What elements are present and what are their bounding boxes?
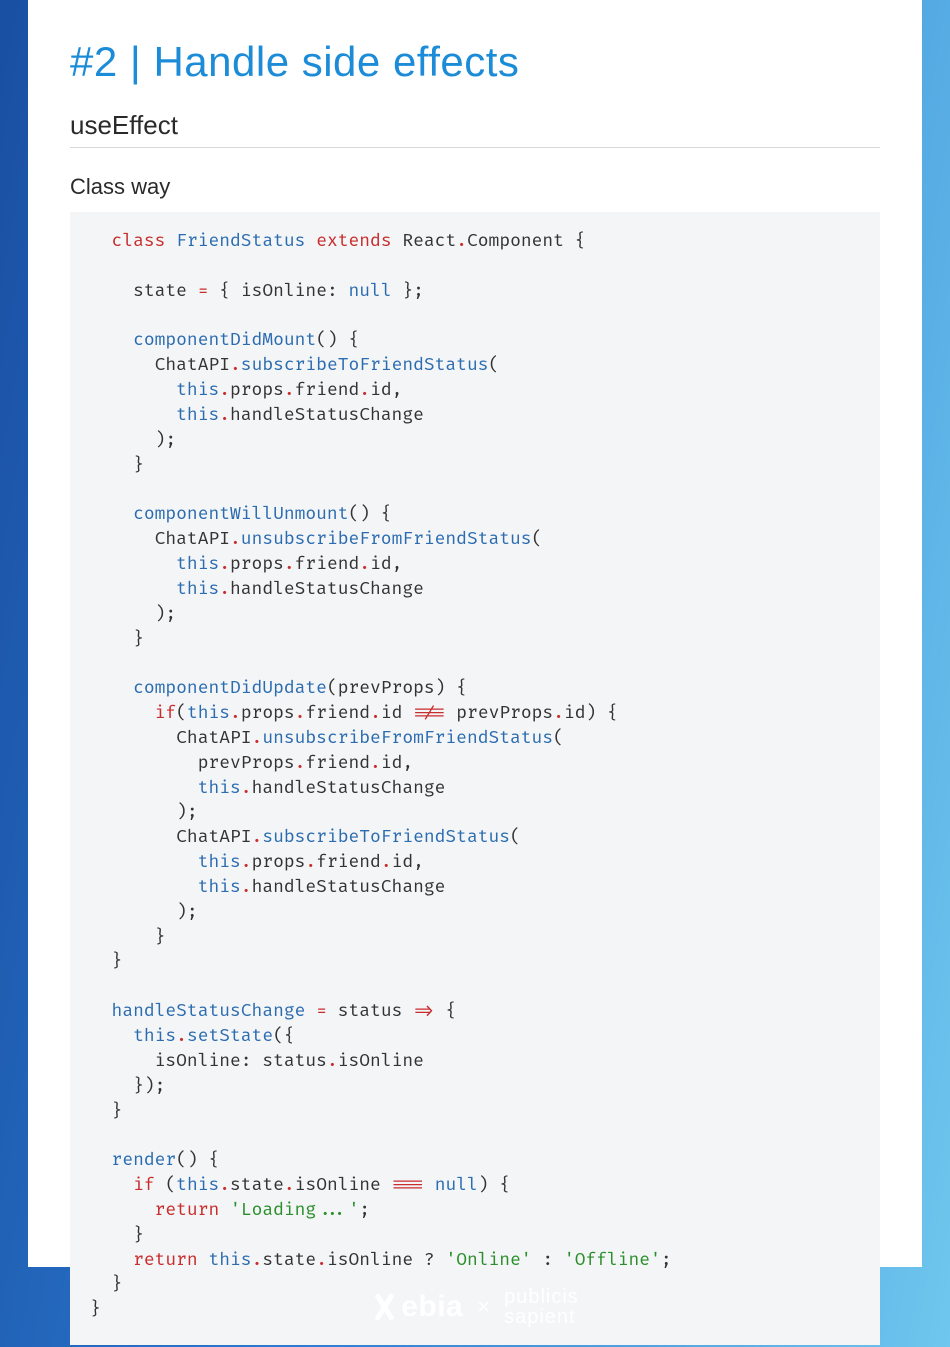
xebia-logo: ebia xyxy=(371,1290,463,1324)
footer-brands: ebia × publicissapient xyxy=(371,1287,579,1327)
times-separator: × xyxy=(477,1294,490,1320)
footer: ebia × publicissapient xyxy=(0,1267,950,1347)
slide-title: #2 | Handle side effects xyxy=(70,38,880,86)
slide-page: #2 | Handle side effects useEffect Class… xyxy=(28,0,922,1267)
section-title: useEffect xyxy=(70,110,880,148)
sub-heading: Class way xyxy=(70,174,880,200)
publicis-sapient-logo: publicissapient xyxy=(504,1287,579,1327)
xebia-mark-icon xyxy=(371,1294,397,1320)
code-block: class FriendStatus extends React.Compone… xyxy=(70,212,880,1345)
